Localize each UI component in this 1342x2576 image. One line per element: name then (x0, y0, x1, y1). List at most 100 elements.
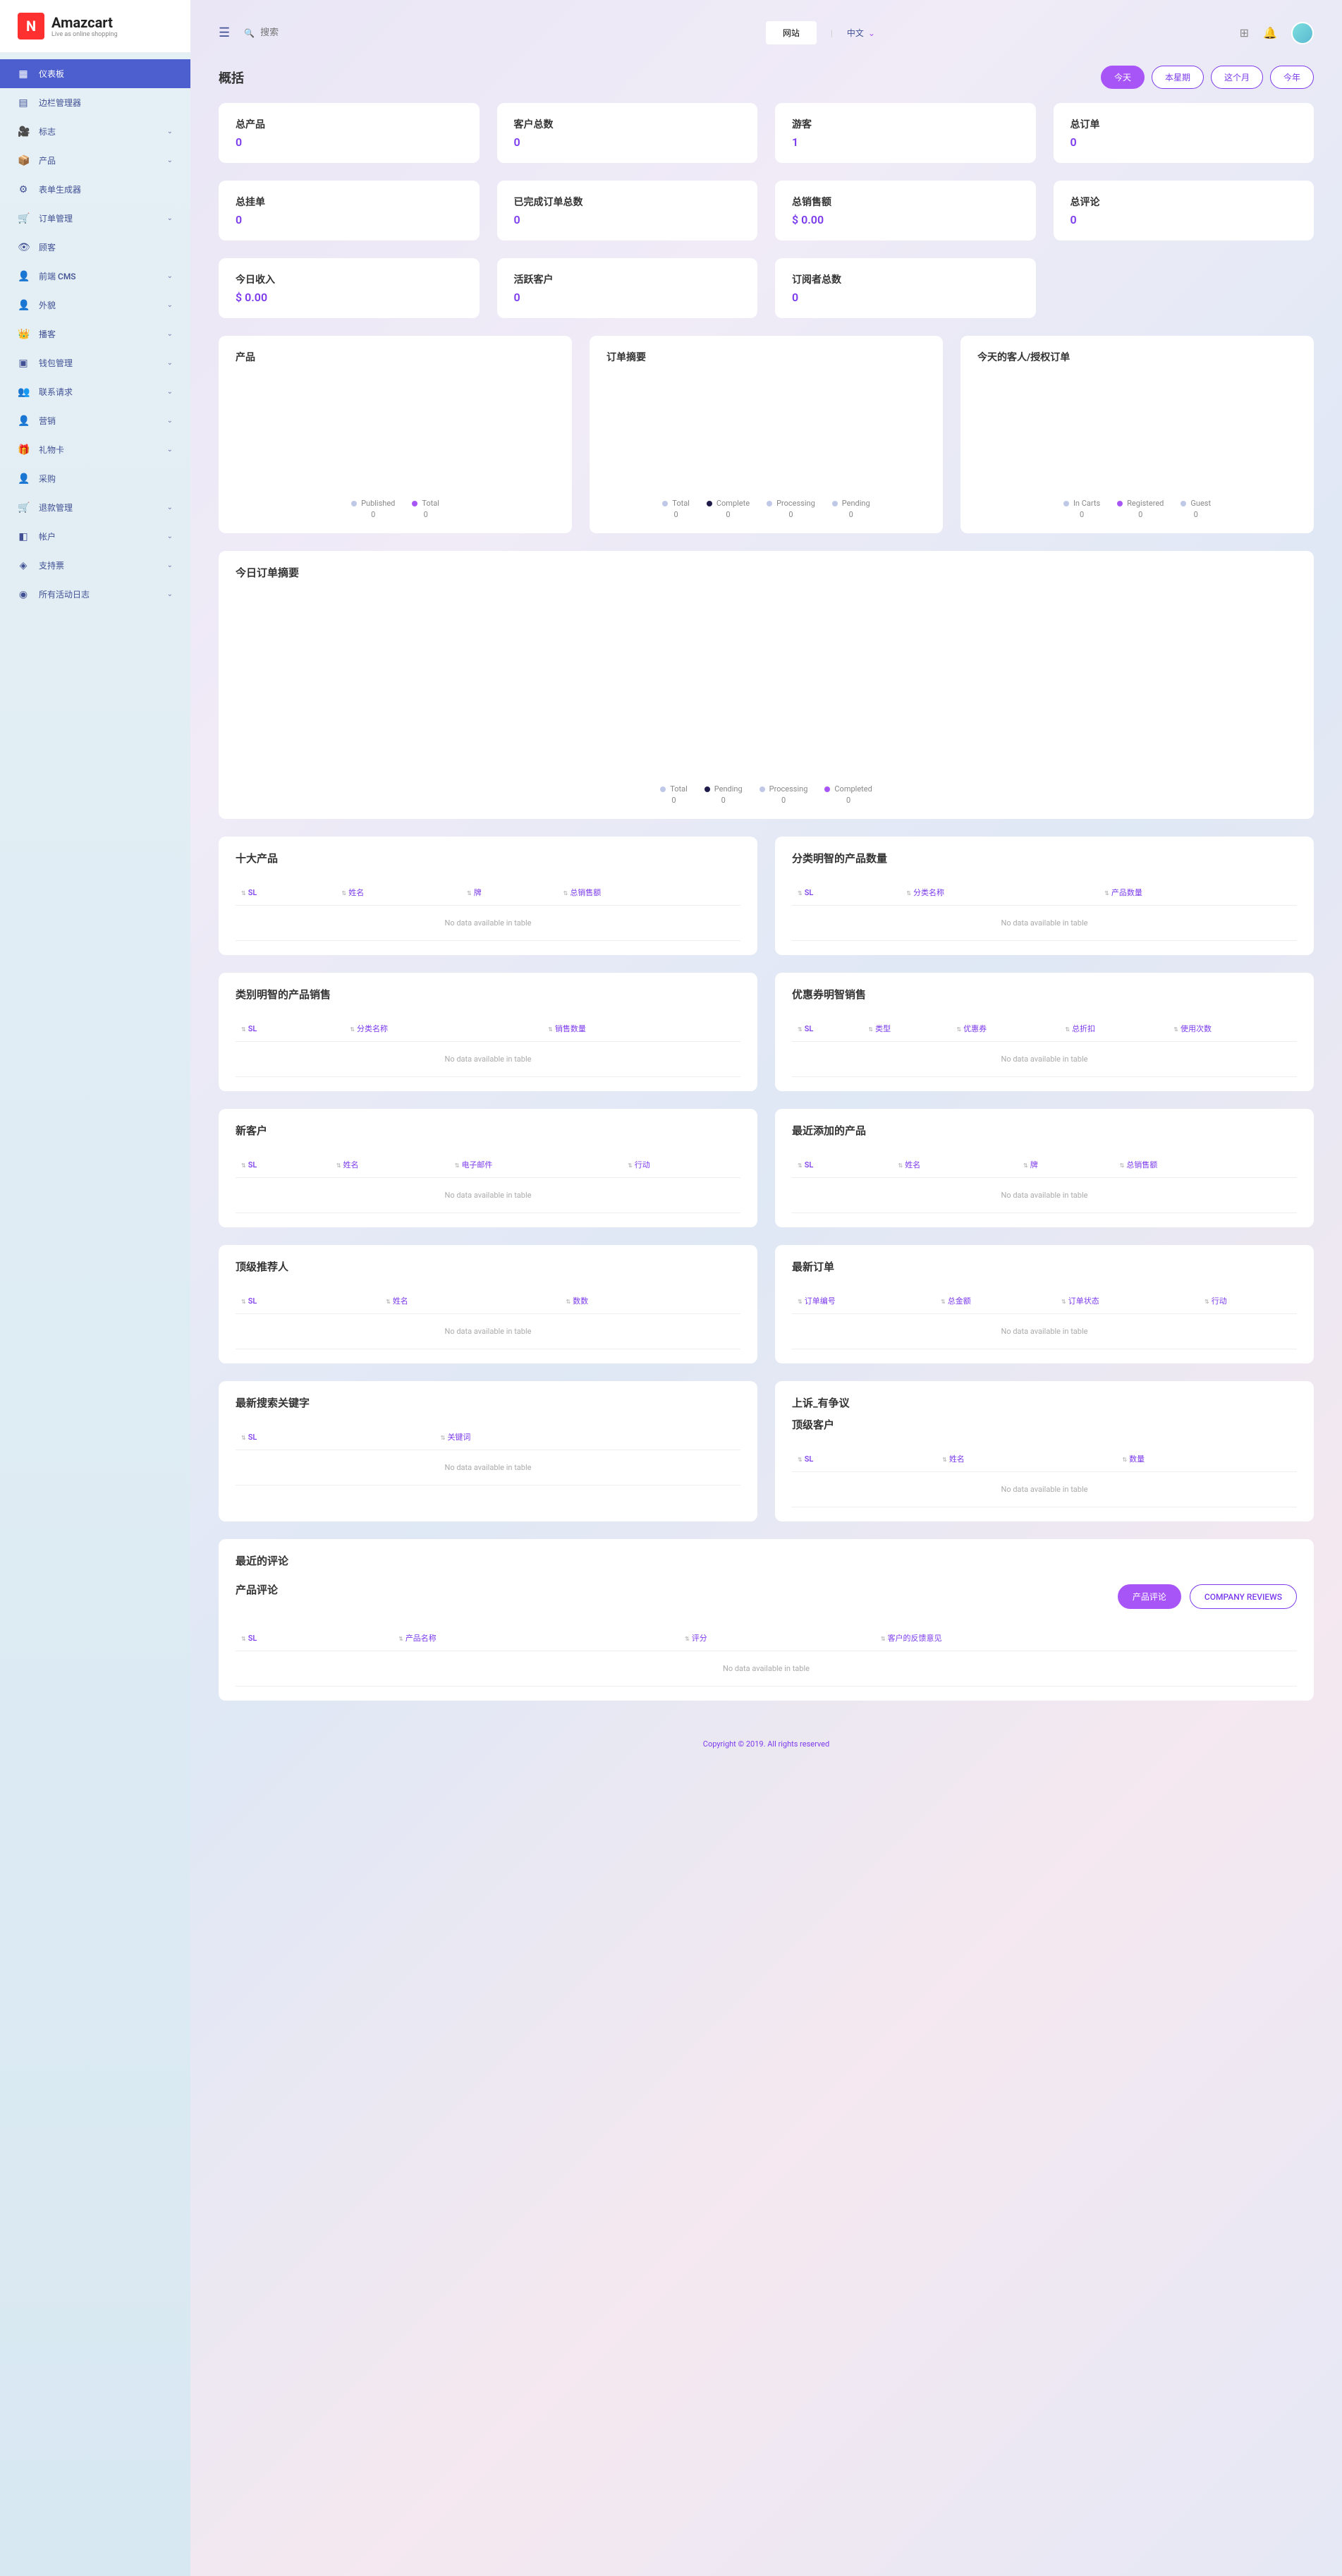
tab-button[interactable]: COMPANY REVIEWS (1190, 1584, 1297, 1609)
chevron-down-icon: ⌄ (868, 28, 875, 38)
column-header[interactable]: ⇅SL (236, 880, 336, 906)
column-header[interactable]: ⇅使用次数 (1168, 1016, 1297, 1042)
column-header[interactable]: ⇅电子邮件 (449, 1152, 622, 1178)
nav-item[interactable]: 🛒订单管理⌄ (0, 204, 190, 233)
nav-icon: 🛒 (18, 213, 29, 224)
filter-button[interactable]: 今天 (1101, 66, 1145, 89)
menu-toggle-icon[interactable]: ☰ (219, 25, 230, 40)
column-header[interactable]: ⇅优惠券 (951, 1016, 1059, 1042)
table-coupon_sales: 优惠券明智销售⇅SL⇅类型⇅优惠券⇅总折扣⇅使用次数No data availa… (775, 973, 1314, 1091)
nav-item[interactable]: ◧帐户⌄ (0, 522, 190, 551)
column-header[interactable]: ⇅姓名 (380, 1288, 560, 1314)
stat-card: 总订单0 (1054, 103, 1314, 163)
search-box[interactable]: 🔍 (244, 28, 401, 38)
column-header[interactable]: ⇅关键词 (435, 1424, 740, 1450)
topbar: ☰ 🔍 网站 | 中文 ⌄ ⊞ 🔔 (219, 14, 1314, 51)
add-icon[interactable]: ⊞ (1240, 26, 1249, 40)
stat-card: 今日收入$ 0.00 (219, 258, 480, 318)
legend-item: Total0 (662, 499, 690, 519)
logo[interactable]: N Amazcart Live as online shopping (0, 0, 190, 52)
chart-guest-auth: 今天的客人/授权订单 In Carts0Registered0Guest0 (960, 336, 1314, 533)
column-header[interactable]: ⇅姓名 (336, 880, 462, 906)
column-header[interactable]: ⇅行动 (622, 1152, 740, 1178)
nav-icon: ▣ (18, 358, 29, 369)
column-header[interactable]: ⇅总销售额 (1114, 1152, 1297, 1178)
column-header[interactable]: ⇅总金额 (935, 1288, 1056, 1314)
column-header[interactable]: ⇅总销售额 (558, 880, 740, 906)
nav-icon: ▤ (18, 97, 29, 109)
nav-icon: 🛒 (18, 502, 29, 514)
column-header[interactable]: ⇅分类名称 (901, 880, 1099, 906)
time-filters: 今天本星期这个月今年 (1101, 66, 1314, 89)
nav-item[interactable]: 👁顾客 (0, 233, 190, 262)
column-header[interactable]: ⇅SL (236, 1424, 435, 1450)
table-cat_products: 分类明智的产品数量⇅SL⇅分类名称⇅产品数量No data available … (775, 837, 1314, 955)
column-header[interactable]: ⇅行动 (1199, 1288, 1297, 1314)
nav-item[interactable]: 👤外貌⌄ (0, 291, 190, 320)
column-header[interactable]: ⇅销售数量 (542, 1016, 740, 1042)
stat-card: 游客1 (775, 103, 1036, 163)
stat-card: 总销售额$ 0.00 (775, 181, 1036, 241)
nav-item[interactable]: 🛒退款管理⌄ (0, 493, 190, 522)
column-header[interactable]: ⇅SL (236, 1016, 344, 1042)
stat-card: 订阅者总数0 (775, 258, 1036, 318)
nav-item[interactable]: 👤前端 CMS⌄ (0, 262, 190, 291)
nav-icon: 👁 (18, 242, 29, 253)
column-header[interactable]: ⇅牌 (1018, 1152, 1114, 1178)
nav-item[interactable]: ▤边栏管理器 (0, 88, 190, 117)
column-header[interactable]: ⇅总折扣 (1059, 1016, 1168, 1042)
chart-today-orders: 今日订单摘要 Total0Pending0Processing0Complete… (219, 551, 1314, 819)
column-header[interactable]: ⇅牌 (461, 880, 558, 906)
nav-item[interactable]: ▦仪表板 (0, 59, 190, 88)
bell-icon[interactable]: 🔔 (1263, 26, 1277, 40)
nav-item[interactable]: ◈支持票⌄ (0, 551, 190, 580)
nav-item[interactable]: 👤采购 (0, 464, 190, 493)
tab-button[interactable]: 产品评论 (1118, 1584, 1181, 1609)
nav-item[interactable]: ▣钱包管理⌄ (0, 348, 190, 377)
nav-item[interactable]: 👤营销⌄ (0, 406, 190, 435)
page-title: 概括 (219, 68, 244, 87)
column-header[interactable]: ⇅数数 (560, 1288, 740, 1314)
column-header[interactable]: ⇅SL (236, 1288, 380, 1314)
table-top_products: 十大产品⇅SL⇅姓名⇅牌⇅总销售额No data available in ta… (219, 837, 757, 955)
chevron-down-icon: ⌄ (167, 590, 173, 598)
column-header[interactable]: ⇅类型 (862, 1016, 951, 1042)
nav-item[interactable]: 🎥标志⌄ (0, 117, 190, 146)
search-input[interactable] (260, 28, 401, 38)
avatar[interactable] (1291, 22, 1314, 44)
column-header[interactable]: ⇅姓名 (331, 1152, 449, 1178)
column-header[interactable]: ⇅订单编号 (792, 1288, 935, 1314)
nav-item[interactable]: ⚙表单生成器 (0, 175, 190, 204)
column-header[interactable]: ⇅产品数量 (1099, 880, 1297, 906)
table-recent-reviews: 最近的评论 产品评论 产品评论COMPANY REVIEWS ⇅SL⇅产品名称⇅… (219, 1539, 1314, 1701)
column-header[interactable]: ⇅SL (792, 1152, 893, 1178)
nav-icon: 📦 (18, 155, 29, 166)
filter-button[interactable]: 这个月 (1211, 66, 1263, 89)
nav-item[interactable]: 👑播客⌄ (0, 320, 190, 348)
language-selector[interactable]: 中文 ⌄ (847, 27, 875, 39)
chevron-down-icon: ⌄ (167, 214, 173, 222)
nav-icon: ⚙ (18, 184, 29, 195)
stat-card: 已完成订单总数0 (497, 181, 758, 241)
column-header[interactable]: ⇅SL (236, 1152, 331, 1178)
filter-button[interactable]: 本星期 (1152, 66, 1204, 89)
column-header[interactable]: ⇅订单状态 (1056, 1288, 1199, 1314)
column-header[interactable]: ⇅SL (792, 1016, 862, 1042)
column-header[interactable]: ⇅分类名称 (344, 1016, 542, 1042)
nav-item[interactable]: 🎁礼物卡⌄ (0, 435, 190, 464)
nav-icon: 👥 (18, 387, 29, 398)
logo-icon: N (18, 13, 44, 40)
column-header[interactable]: ⇅姓名 (893, 1152, 1018, 1178)
legend-item: Pending0 (832, 499, 870, 519)
column-header[interactable]: ⇅SL (792, 880, 901, 906)
chart-products: 产品 Published0Total0 (219, 336, 572, 533)
footer: Copyright © 2019. All rights reserved (219, 1718, 1314, 1770)
nav-item[interactable]: 👥联系请求⌄ (0, 377, 190, 406)
filter-button[interactable]: 今年 (1270, 66, 1314, 89)
sidebar: N Amazcart Live as online shopping ▦仪表板▤… (0, 0, 190, 2576)
nav-item[interactable]: ◉所有活动日志⌄ (0, 580, 190, 609)
table-cat_sales: 类别明智的产品销售⇅SL⇅分类名称⇅销售数量No data available … (219, 973, 757, 1091)
nav-item[interactable]: 📦产品⌄ (0, 146, 190, 175)
website-button[interactable]: 网站 (766, 21, 817, 44)
chevron-down-icon: ⌄ (167, 330, 173, 338)
